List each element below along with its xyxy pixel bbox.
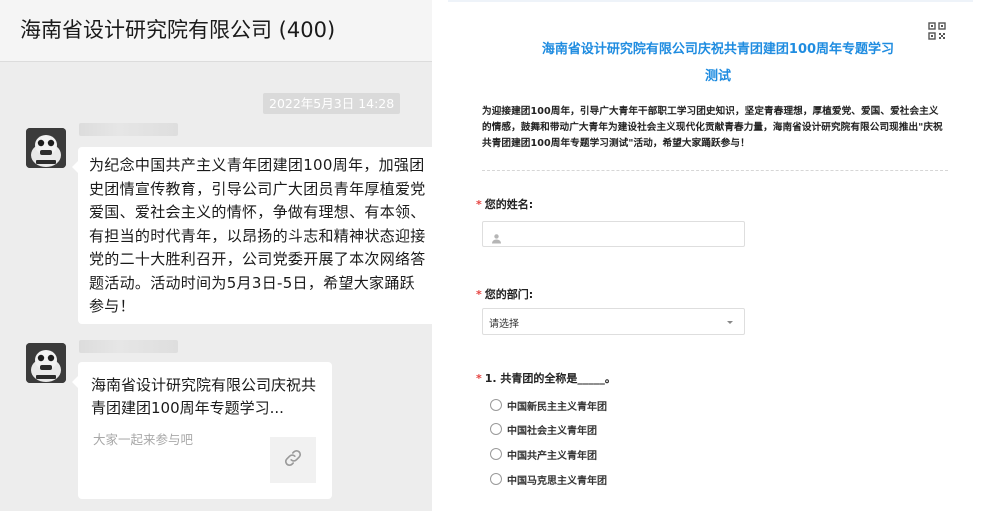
- question-1-text: 1. 共青团的全称是_____。: [484, 372, 616, 385]
- chat-title: 海南省设计研究院有限公司 (400): [20, 18, 336, 42]
- message-bubble[interactable]: 为纪念中国共产主义青年团建团100周年，加强团史团情宣传教育，引导公司广大团员青…: [72, 147, 438, 324]
- form-title: 海南省设计研究院有限公司庆祝共青团建团100周年专题学习 测试: [518, 36, 918, 90]
- radio-button[interactable]: [490, 473, 502, 485]
- sender-name-blurred: [79, 340, 178, 353]
- dept-label: * 您的部门:: [476, 286, 533, 302]
- user-icon: [491, 229, 502, 248]
- required-mark: *: [476, 288, 482, 301]
- chat-header: 海南省设计研究院有限公司 (400): [0, 0, 432, 62]
- radio-option[interactable]: 中国社会主义青年团: [490, 422, 597, 437]
- sender-name-blurred: [79, 123, 178, 136]
- radio-option[interactable]: 中国共产主义青年团: [490, 447, 597, 462]
- radio-option[interactable]: 中国新民主主义青年团: [490, 398, 607, 413]
- sender-avatar[interactable]: [26, 343, 66, 383]
- name-label: * 您的姓名:: [476, 196, 533, 212]
- radio-option-label: 中国共产主义青年团: [507, 450, 597, 462]
- name-input[interactable]: [482, 221, 745, 247]
- dept-select-value: 请选择: [489, 319, 519, 330]
- radio-option[interactable]: 中国马克思主义青年团: [490, 472, 607, 487]
- message-text: 为纪念中国共产主义青年团建团100周年，加强团史团情宣传教育，引导公司广大团员青…: [89, 156, 426, 315]
- link-card[interactable]: 海南省设计研究院有限公司庆祝共青团建团100周年专题学习... 大家一起来参与吧: [72, 362, 332, 499]
- radio-option-label: 中国社会主义青年团: [507, 425, 597, 437]
- message-timestamp: 2022年5月3日 14:28: [263, 93, 401, 114]
- chevron-down-icon: [727, 321, 733, 324]
- sender-avatar[interactable]: [26, 128, 66, 168]
- link-icon: [282, 447, 304, 473]
- radio-button[interactable]: [490, 448, 502, 460]
- section-divider: [482, 170, 948, 171]
- form-title-line2: 测试: [704, 69, 731, 84]
- radio-button[interactable]: [490, 423, 502, 435]
- radio-option-label: 中国马克思主义青年团: [507, 475, 607, 487]
- radio-button[interactable]: [490, 399, 502, 411]
- qr-code-icon[interactable]: [928, 22, 946, 40]
- link-card-title: 海南省设计研究院有限公司庆祝共青团建团100周年专题学习...: [91, 376, 317, 417]
- name-label-text: 您的姓名:: [484, 198, 534, 211]
- form-top-border: [448, 0, 973, 2]
- survey-form: 海南省设计研究院有限公司庆祝共青团建团100周年专题学习 测试 为迎接建团100…: [448, 0, 987, 511]
- link-card-thumbnail: [270, 437, 316, 483]
- radio-option-label: 中国新民主主义青年团: [507, 401, 607, 413]
- chat-panel: 海南省设计研究院有限公司 (400) 2022年5月3日 14:28 为纪念中国…: [0, 0, 438, 511]
- required-mark: *: [476, 198, 482, 211]
- required-mark: *: [476, 372, 482, 385]
- dept-label-text: 您的部门:: [484, 288, 534, 301]
- form-title-line1: 海南省设计研究院有限公司庆祝共青团建团100周年专题学习: [541, 42, 895, 57]
- dept-select[interactable]: 请选择: [482, 308, 745, 335]
- panel-divider: [432, 0, 448, 511]
- form-intro: 为迎接建团100周年，引导广大青年干部职工学习团史知识，坚定青春理想，厚植爱党、…: [482, 106, 943, 149]
- question-1-label: * 1. 共青团的全称是_____。: [476, 370, 616, 386]
- link-card-description: 大家一起来参与吧: [93, 432, 194, 447]
